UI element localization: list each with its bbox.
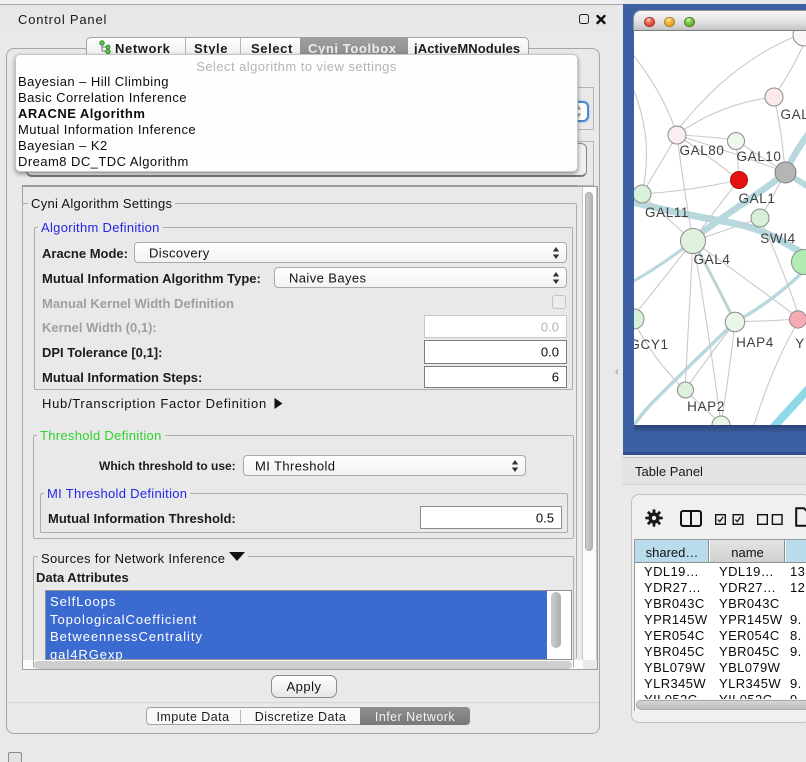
svg-text:GAL11: GAL11 bbox=[645, 205, 689, 220]
svg-text:YM: YM bbox=[795, 336, 806, 351]
svg-text:GAL4: GAL4 bbox=[694, 252, 731, 267]
svg-text:GAL10: GAL10 bbox=[736, 149, 781, 164]
svg-text:GAL80: GAL80 bbox=[679, 143, 724, 158]
svg-text:GAL1: GAL1 bbox=[739, 191, 776, 206]
svg-text:GCY1: GCY1 bbox=[634, 337, 669, 352]
svg-text:HAP4: HAP4 bbox=[736, 335, 774, 350]
svg-text:HAP2: HAP2 bbox=[687, 399, 725, 414]
svg-text:GAL7: GAL7 bbox=[781, 107, 806, 122]
svg-text:SWI4: SWI4 bbox=[760, 231, 795, 246]
